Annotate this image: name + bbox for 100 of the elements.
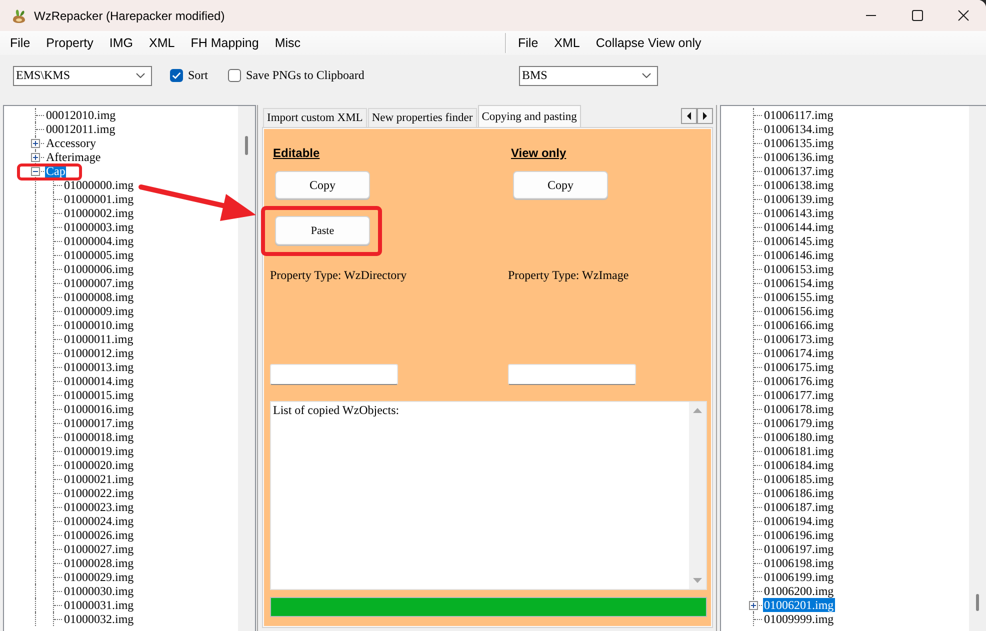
tree-item[interactable]: 01000005.img (63, 248, 135, 262)
menu-item[interactable]: IMG (101, 34, 142, 52)
tree-item[interactable]: 01000030.img (63, 584, 135, 598)
text-field[interactable] (270, 364, 398, 385)
tree-item[interactable]: 01006139.img (763, 192, 835, 206)
tree-item[interactable]: 01006199.img (763, 570, 835, 584)
tree-item[interactable]: 00012011.img (45, 122, 116, 136)
tree-item[interactable]: 01000031.img (63, 598, 135, 612)
tree-item[interactable]: 01000018.img (63, 430, 135, 444)
tree-item[interactable]: 01006198.img (763, 556, 835, 570)
tree-item[interactable]: 01006154.img (763, 276, 835, 290)
tree-item[interactable]: 01006145.img (763, 234, 835, 248)
expand-icon[interactable] (31, 139, 40, 148)
tree-item[interactable]: 01006155.img (763, 290, 835, 304)
tab[interactable]: Copying and pasting (478, 105, 581, 127)
scrollbar-thumb[interactable] (976, 594, 979, 611)
tree-item[interactable]: 01000001.img (63, 192, 135, 206)
menu-item[interactable]: Property (38, 34, 102, 52)
tree-item[interactable]: 01006181.img (763, 444, 835, 458)
tree-item[interactable]: 01006144.img (763, 220, 835, 234)
tree-item[interactable]: 01006186.img (763, 486, 835, 500)
tree-item[interactable]: 01000011.img (63, 332, 134, 346)
text-field[interactable] (508, 364, 636, 385)
tree-item[interactable]: 01006166.img (763, 318, 835, 332)
version-dropdown[interactable]: EMS\KMS (13, 66, 152, 86)
tree-item[interactable]: 01006184.img (763, 458, 835, 472)
tree-item[interactable]: 01006135.img (763, 136, 835, 150)
tree-item[interactable]: 01000032.img (63, 612, 135, 626)
tree-item[interactable]: 01000010.img (63, 318, 135, 332)
tab[interactable]: Import custom XML (263, 108, 367, 127)
tree-item[interactable]: 01006196.img (763, 528, 835, 542)
tree-item[interactable]: 01006146.img (763, 248, 835, 262)
menu-item[interactable]: FH Mapping (182, 34, 267, 52)
tree-item[interactable]: 01006137.img (763, 164, 835, 178)
tree-item[interactable]: 01006134.img (763, 122, 835, 136)
tree-item[interactable]: 01006153.img (763, 262, 835, 276)
tree-item[interactable]: 01000016.img (63, 402, 135, 416)
tree-item[interactable]: 01000002.img (63, 206, 135, 220)
tree-item[interactable]: 01006200.img (763, 584, 835, 598)
tree-item[interactable]: 01000003.img (63, 220, 135, 234)
tree-item[interactable]: 01000014.img (63, 374, 135, 388)
tree-item[interactable]: 01000008.img (63, 290, 135, 304)
checkbox-label[interactable]: Sort (188, 68, 208, 83)
tree-item[interactable]: 01006117.img (763, 108, 834, 122)
tree-item[interactable]: 01000028.img (63, 556, 135, 570)
tree-item[interactable]: 01009999.img (763, 612, 835, 626)
tree-item[interactable]: 01000000.img (63, 178, 135, 192)
tree-item[interactable]: 01006194.img (763, 514, 835, 528)
tree-item[interactable]: Afterimage (45, 150, 102, 164)
tree-item[interactable]: 01000023.img (63, 500, 135, 514)
menu-item[interactable]: XML (546, 34, 588, 52)
tree-item[interactable]: 01000026.img (63, 528, 135, 542)
tab[interactable]: New properties finder (368, 108, 477, 127)
tree-item[interactable]: 01006177.img (763, 388, 835, 402)
tree-item[interactable]: Accessory (45, 136, 97, 150)
tree-item[interactable]: 01000021.img (63, 472, 135, 486)
menu-item[interactable]: File (510, 34, 546, 52)
tree-item[interactable]: 01006180.img (763, 430, 835, 444)
tree-item[interactable]: 01006201.img (763, 598, 835, 612)
tree-item[interactable]: 01000015.img (63, 388, 135, 402)
tree-item[interactable]: 01000017.img (63, 416, 135, 430)
paste-button[interactable]: Paste (275, 216, 370, 245)
tree-item[interactable]: 01006138.img (763, 178, 835, 192)
expand-icon[interactable] (31, 153, 40, 162)
menu-item[interactable]: Collapse View only (588, 34, 710, 52)
tree-item[interactable]: 01000027.img (63, 542, 135, 556)
tree-item[interactable]: 01006175.img (763, 360, 835, 374)
tree-item[interactable]: 01000006.img (63, 262, 135, 276)
scrollbar-thumb[interactable] (245, 136, 248, 155)
tree-item[interactable]: 01000012.img (63, 346, 135, 360)
tree-item[interactable]: 01000007.img (63, 276, 135, 290)
checkbox-label[interactable]: Save PNGs to Clipboard (246, 68, 364, 83)
menu-item[interactable]: XML (141, 34, 183, 52)
checkbox[interactable] (170, 69, 183, 82)
tree-item[interactable]: 01000013.img (63, 360, 135, 374)
tree-item[interactable]: 01000022.img (63, 486, 135, 500)
tree-item[interactable]: 01006179.img (763, 416, 835, 430)
tree-item[interactable]: 01000020.img (63, 458, 135, 472)
menu-item[interactable]: File (2, 34, 38, 52)
menu-item[interactable]: Misc (266, 34, 309, 52)
tree-item[interactable]: 01006143.img (763, 206, 835, 220)
tree-item[interactable]: 01000029.img (63, 570, 135, 584)
tree-item[interactable]: 01006185.img (763, 472, 835, 486)
copy-button[interactable]: Copy (275, 171, 370, 199)
tree-item[interactable]: 01006173.img (763, 332, 835, 346)
tree-item[interactable]: 01006174.img (763, 346, 835, 360)
tree-item[interactable]: 01000019.img (63, 444, 135, 458)
tree-item[interactable]: 01006136.img (763, 150, 835, 164)
tree-item[interactable]: 01006197.img (763, 542, 835, 556)
copy-button[interactable]: Copy (513, 171, 608, 199)
tree-item[interactable]: 01000004.img (63, 234, 135, 248)
tab-scroll-button[interactable] (681, 108, 697, 124)
checkbox[interactable] (228, 69, 242, 82)
version-dropdown[interactable]: BMS (519, 66, 658, 86)
tree-item[interactable]: 01006176.img (763, 374, 835, 388)
tree-item[interactable]: 01000009.img (63, 304, 135, 318)
tab-scroll-button[interactable] (697, 108, 713, 124)
tree-item[interactable]: 01006156.img (763, 304, 835, 318)
expand-icon[interactable] (749, 601, 758, 610)
tree-item[interactable]: 01006187.img (763, 500, 835, 514)
